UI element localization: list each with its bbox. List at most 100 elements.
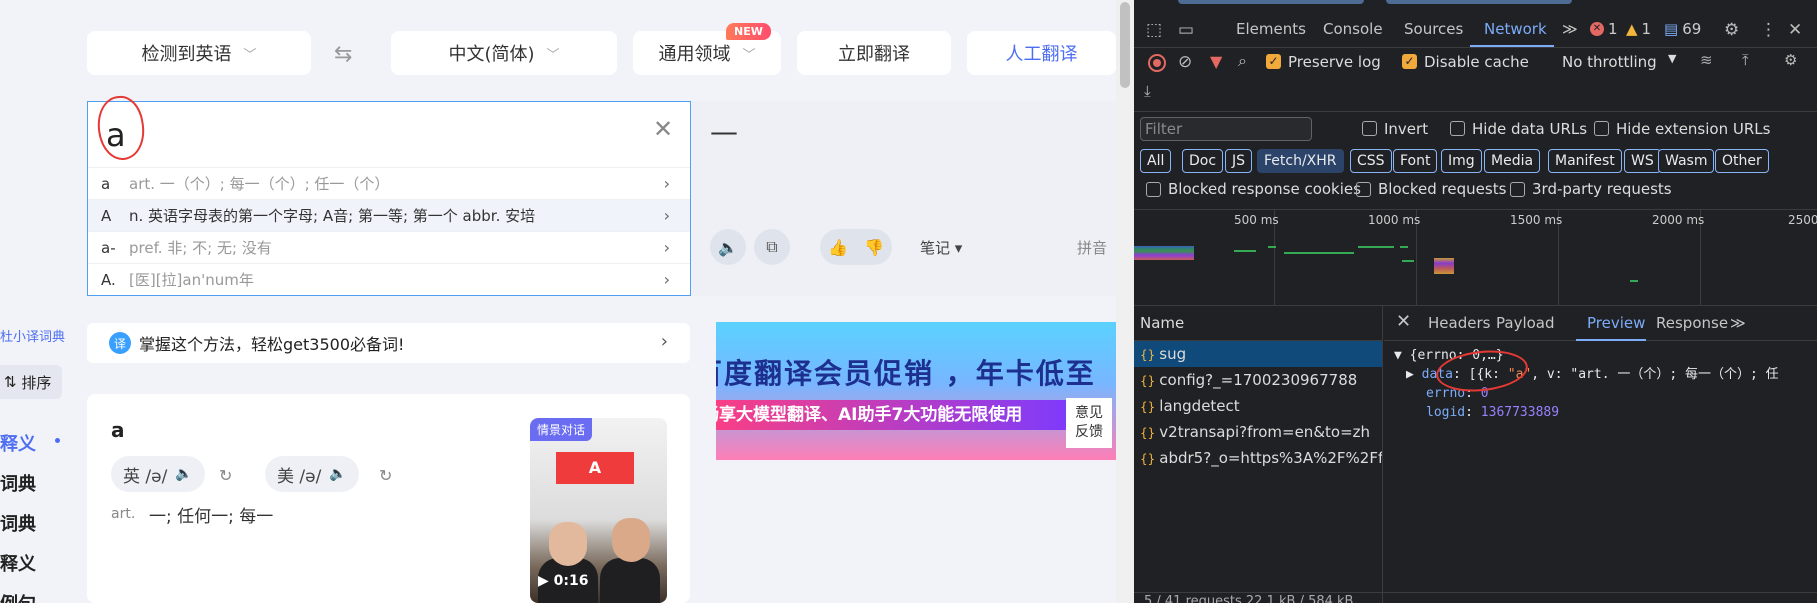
request-row[interactable]: {} config?_=1700230967788 [1134,367,1382,393]
promo-banner[interactable]: 百度翻译会员促销 ，年卡低至 畅享大模型翻译、AI助手7大功能无限使用 [716,322,1116,460]
type-chip-js[interactable]: JS [1225,149,1253,173]
network-conditions-icon[interactable]: ≋ [1700,51,1713,69]
scrollbar-thumb[interactable] [1120,2,1130,88]
vocab-tip-banner[interactable]: 译 掌握这个方法，轻松get3500必备词! › [87,323,690,363]
side-nav-item[interactable]: 词典 [0,510,36,550]
thumbs-up-icon[interactable]: 👍 [828,238,848,257]
export-har-icon[interactable]: ⤓ [1144,82,1151,100]
inspect-element-icon[interactable]: ⬚ [1146,20,1162,40]
replay-icon[interactable]: ↻ [219,466,232,485]
network-settings-icon[interactable]: ⚙ [1784,51,1797,69]
gear-icon[interactable]: ⚙ [1724,20,1739,40]
request-row[interactable]: {} langdetect [1134,393,1382,419]
filter-input[interactable]: Filter [1140,117,1312,141]
target-language-select[interactable]: 中文(简体) ﹀ [391,31,617,75]
pinyin-toggle[interactable]: 拼音 [1077,237,1107,258]
chevron-right-icon: › [660,331,668,352]
name-column-header[interactable]: Name [1134,306,1382,341]
type-chip-manifest[interactable]: Manifest [1548,149,1622,173]
network-toolbar: ⊘ ▼ ⌕ ✓ Preserve log ✓ Disable cache No … [1134,48,1817,112]
type-chip-all[interactable]: All [1140,149,1172,173]
throttling-select[interactable]: No throttling [1562,53,1657,71]
request-row[interactable]: {} v2transapi?from=en&to=zh [1134,419,1382,445]
thumbs-down-icon[interactable]: 👎 [864,238,884,257]
hide-extension-urls-checkbox[interactable] [1594,121,1609,136]
type-chip-media[interactable]: Media [1484,149,1541,173]
tab-elements[interactable]: Elements [1236,20,1306,38]
speaker-icon[interactable]: 🔈 [710,229,746,265]
type-chip-img[interactable]: Img [1441,149,1482,173]
invert-checkbox[interactable] [1362,121,1377,136]
network-overview-timeline[interactable]: 500 ms 1000 ms 1500 ms 2000 ms 2500 [1134,210,1817,306]
filter-icon[interactable]: ▼ [1210,52,1222,71]
tab-network[interactable]: Network [1484,20,1547,38]
sort-button[interactable]: ⇅ 排序 [0,365,62,399]
caret-down-icon[interactable]: ▼ [1668,52,1676,65]
search-icon[interactable]: ⌕ [1238,51,1247,71]
type-chip-doc[interactable]: Doc [1182,149,1224,173]
type-chip-ws[interactable]: WS [1624,149,1661,173]
uk-pronunciation[interactable]: 英 /ə/ 🔈 [111,456,205,492]
human-translation-button[interactable]: 人工翻译 [967,31,1116,75]
swap-languages-icon[interactable]: ⇆ [334,42,352,67]
side-dictionary-link[interactable]: 杜小译词典 [0,326,65,345]
side-nav-item[interactable]: 词典 [0,470,36,510]
blocked-cookies-label: Blocked response cookies [1168,180,1361,198]
message-icon: ▤ [1664,20,1679,38]
source-language-label: 检测到英语 [141,44,232,65]
replay-icon[interactable]: ↻ [379,466,392,485]
type-chip-other[interactable]: Other [1715,149,1769,173]
type-chip-css[interactable]: CSS [1350,149,1392,173]
suggestion-item[interactable]: A n. 英语字母表的第一个字母; A音; 第一等; 第一个 abbr. 安培 … [88,199,690,231]
side-nav-item[interactable]: 例句 [0,590,36,603]
close-icon[interactable]: ✕ [1788,20,1802,40]
page-scrollbar[interactable] [1116,0,1134,603]
more-tabs-icon[interactable]: ≫ [1562,20,1578,38]
suggestion-item[interactable]: a art. 一（个）; 每一（个）; 任一（个） › [88,167,690,199]
close-detail-icon[interactable]: ✕ [1396,311,1411,332]
hide-data-urls-checkbox[interactable] [1450,121,1465,136]
type-chip-font[interactable]: Font [1393,149,1438,173]
device-toolbar-icon[interactable]: ▭ [1178,20,1194,40]
tab-console[interactable]: Console [1323,20,1383,38]
import-har-icon[interactable]: ⤒ [1742,51,1749,69]
more-tabs-icon[interactable]: ≫ [1730,314,1746,332]
tab-headers[interactable]: Headers [1428,314,1490,332]
suggestion-item[interactable]: a- pref. 非; 不; 无; 没有 › [88,231,690,263]
type-chip-fetch-xhr[interactable]: Fetch/XHR [1257,149,1344,173]
json-value: , v: "art. 一（个）; 每一（个）; 任 [1531,367,1779,382]
side-nav-item[interactable]: 释义 [0,550,36,590]
source-text-input[interactable]: a ✕ a art. 一（个）; 每一（个）; 任一（个） › A n. 英语字… [87,93,691,296]
blocked-requests-checkbox[interactable] [1356,182,1371,197]
tab-preview[interactable]: Preview [1587,314,1645,332]
note-button[interactable]: 笔记 ▾ [920,237,962,258]
source-language-select[interactable]: 检测到英语 ﹀ [87,31,311,75]
tab-payload[interactable]: Payload [1496,314,1555,332]
tab-sources[interactable]: Sources [1404,20,1463,38]
tab-response[interactable]: Response [1656,314,1728,332]
warning-count[interactable]: ▲ 1 [1626,20,1651,38]
kebab-menu-icon[interactable]: ⋮ [1760,20,1777,40]
third-party-checkbox[interactable] [1510,182,1525,197]
json-errno-line: errno: 0 [1384,384,1779,403]
preserve-log-checkbox[interactable]: ✓ [1266,54,1281,69]
copy-icon[interactable]: ⧉ [754,229,790,265]
message-count[interactable]: ▤ 69 [1664,20,1701,38]
translation-result: — [710,115,738,148]
type-chip-wasm[interactable]: Wasm [1658,149,1715,173]
request-row[interactable]: {} sug [1134,341,1382,367]
blocked-cookies-checkbox[interactable] [1146,182,1161,197]
clear-input-icon[interactable]: ✕ [653,115,673,143]
error-count[interactable]: ✕ 1 [1590,20,1618,38]
translate-button[interactable]: 立即翻译 [797,31,951,75]
us-pronunciation[interactable]: 美 /ə/ 🔈 [265,456,359,492]
feedback-button[interactable]: 意见 反馈 [1066,398,1112,448]
side-nav-item[interactable]: 释义 [0,430,60,470]
record-stop-icon[interactable] [1148,54,1166,72]
headword: a [111,418,125,442]
disable-cache-checkbox[interactable]: ✓ [1402,54,1417,69]
request-row[interactable]: {} abdr5?_o=https%3A%2F%2Ffa... [1134,445,1382,471]
scenario-video-thumbnail[interactable]: 情景对话 A ▶ 0:16 [530,418,667,603]
clear-log-icon[interactable]: ⊘ [1178,52,1192,72]
suggestion-item[interactable]: A. [医][拉]an'num年 › [88,263,690,295]
